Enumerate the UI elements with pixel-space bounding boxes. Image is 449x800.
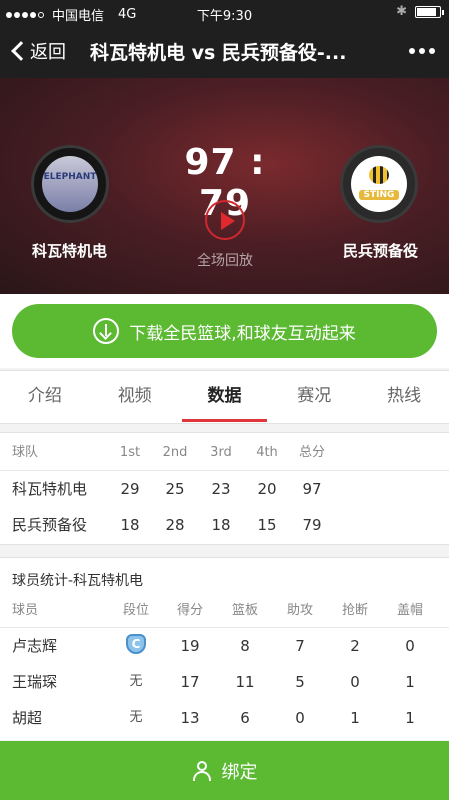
tab-video[interactable]: 视频: [90, 371, 180, 423]
blocks-cell: 1: [405, 709, 415, 727]
steals-cell: 0: [350, 673, 360, 691]
more-button[interactable]: [405, 48, 435, 54]
more-dot-icon: [409, 48, 415, 54]
team-cell: 科瓦特机电: [12, 480, 88, 498]
rebounds-cell: 6: [240, 709, 250, 727]
tab-intro[interactable]: 介绍: [0, 371, 90, 423]
player-stats-title: 球员统计-科瓦特机电: [12, 573, 144, 589]
bind-label: 绑定: [221, 761, 258, 783]
nav-bar: 返回 科瓦特机电 vs 民兵预备役-...: [0, 26, 449, 78]
bee-icon: [369, 166, 389, 184]
elephant-logo-icon: ELEPHANT: [42, 156, 98, 212]
column-header: 球员: [12, 603, 39, 618]
column-header: 2nd: [162, 445, 188, 460]
team-cell: 民兵预备役: [12, 516, 88, 534]
more-dot-icon: [419, 48, 425, 54]
rank-cell: 无: [129, 710, 143, 725]
tab-live[interactable]: 赛况: [269, 371, 359, 423]
total-cell: 97: [302, 480, 322, 498]
table-row: 民兵预备役 18 28 18 15 79: [0, 507, 449, 543]
player-name: 胡超: [12, 709, 43, 727]
download-banner-section: 下载全民篮球,和球友互动起来: [0, 294, 449, 368]
home-team-logo[interactable]: ELEPHANT: [31, 145, 109, 223]
table-header-row: 球员 段位 得分 篮板 助攻 抢断 盖帽: [0, 594, 449, 628]
quarter-cell: 23: [211, 480, 231, 498]
back-button[interactable]: 返回: [8, 38, 66, 64]
download-app-button[interactable]: 下载全民篮球,和球友互动起来: [12, 304, 437, 358]
rank-badge-letter: C: [131, 637, 141, 651]
assists-cell: 5: [295, 673, 305, 691]
user-icon: [192, 760, 214, 782]
column-header: 得分: [176, 603, 203, 618]
points-cell: 19: [180, 637, 200, 655]
player-row[interactable]: 王瑞琛 无 17 11 5 0 1: [0, 664, 449, 700]
replay-label[interactable]: 全场回放: [180, 250, 270, 270]
table-header-row: 球队 1st 2nd 3rd 4th 总分: [0, 433, 449, 471]
status-bar: 中国电信 4G 下午9:30 ✱: [0, 0, 449, 26]
blocks-cell: 1: [405, 673, 415, 691]
player-name: 卢志辉: [12, 637, 58, 655]
download-label: 下载全民篮球,和球友互动起来: [129, 323, 356, 344]
column-header: 段位: [122, 603, 149, 618]
table-row: 科瓦特机电 29 25 23 20 97: [0, 471, 449, 507]
column-header: 篮板: [231, 603, 258, 618]
quarter-score-table: 球队 1st 2nd 3rd 4th 总分 科瓦特机电 29 25 23 20 …: [0, 432, 449, 545]
chevron-left-icon: [11, 41, 31, 61]
column-header: 总分: [298, 445, 325, 460]
column-header: 助攻: [286, 603, 313, 618]
battery-icon: [415, 5, 444, 18]
quarter-cell: 28: [165, 516, 185, 534]
bind-button[interactable]: 绑定: [0, 741, 449, 800]
home-logo-text: ELEPHANT: [43, 172, 97, 182]
quarter-cell: 29: [120, 480, 140, 498]
player-row[interactable]: 卢志辉 C 19 8 7 2 0: [0, 628, 449, 664]
status-right: ✱: [396, 4, 444, 19]
quarter-cell: 18: [120, 516, 140, 534]
column-header: 球队: [12, 445, 39, 460]
rank-badge-icon: C: [126, 634, 146, 656]
tab-bar: 介绍 视频 数据 赛况 热线: [0, 370, 449, 424]
assists-cell: 7: [295, 637, 305, 655]
tab-data[interactable]: 数据: [180, 371, 270, 423]
rebounds-cell: 11: [235, 673, 255, 691]
quarter-cell: 18: [211, 516, 231, 534]
rank-cell: 无: [129, 674, 143, 689]
player-row[interactable]: 胡超 无 13 6 0 1 1: [0, 700, 449, 736]
steals-cell: 2: [350, 637, 360, 655]
player-stats-section: 球员统计-科瓦特机电 球员 段位 得分 篮板 助攻 抢断 盖帽 卢志辉 C 19…: [0, 557, 449, 740]
column-header: 1st: [119, 445, 141, 460]
download-icon: [93, 318, 120, 344]
status-time: 下午9:30: [196, 9, 253, 24]
bee-logo-icon: STING: [351, 156, 407, 212]
rank-cell: C: [116, 628, 156, 664]
tab-hotline[interactable]: 热线: [359, 371, 449, 423]
assists-cell: 0: [295, 709, 305, 727]
away-team-name: 民兵预备役: [343, 242, 419, 260]
column-header: 4th: [256, 445, 278, 460]
quarter-cell: 20: [257, 480, 277, 498]
play-replay-button[interactable]: [205, 200, 245, 240]
back-label: 返回: [30, 42, 66, 63]
blocks-cell: 0: [405, 637, 415, 655]
quarter-cell: 15: [257, 516, 277, 534]
away-team-logo[interactable]: STING: [340, 145, 418, 223]
more-dot-icon: [429, 48, 435, 54]
column-header: 抢断: [341, 603, 368, 618]
page-title: 科瓦特机电 vs 民兵预备役-...: [90, 42, 347, 64]
points-cell: 17: [180, 673, 200, 691]
total-cell: 79: [302, 516, 322, 534]
column-header: 盖帽: [396, 603, 423, 618]
match-hero: ELEPHANT 科瓦特机电 97 : 79 全场回放 STING 民兵预备役: [0, 78, 449, 294]
quarter-cell: 25: [165, 480, 185, 498]
home-team-name: 科瓦特机电: [32, 242, 108, 260]
bluetooth-icon: ✱: [396, 4, 407, 19]
away-logo-text: STING: [359, 190, 399, 200]
rebounds-cell: 8: [240, 637, 250, 655]
steals-cell: 1: [350, 709, 360, 727]
column-header: 3rd: [210, 445, 232, 460]
player-name: 王瑞琛: [12, 673, 58, 691]
battery-fill: [417, 7, 436, 16]
points-cell: 13: [180, 709, 200, 727]
